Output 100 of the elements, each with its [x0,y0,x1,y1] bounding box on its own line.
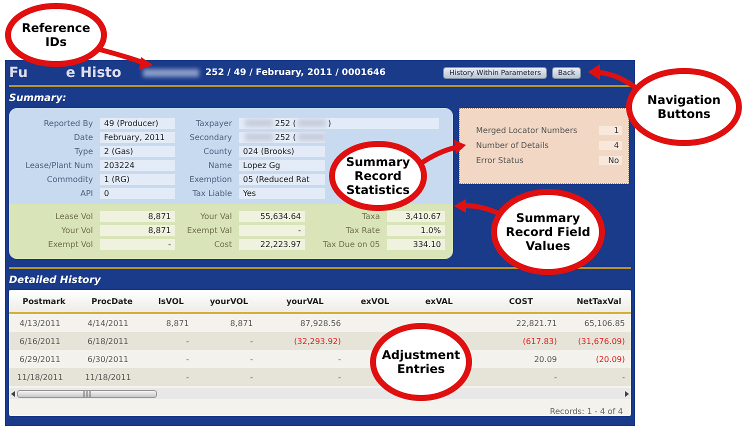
callout-label: Summary Record Statistics [346,155,410,197]
field-label: Your Vol [61,226,93,234]
table-cell-text: - [185,336,190,346]
field-value: 55,634.64 [239,210,305,222]
table-cell-text: - [621,372,626,382]
scroll-thumb[interactable] [17,390,157,398]
statistic-label: Merged Locator Numbers [476,126,578,135]
field-value: 203224 [100,160,175,170]
callout-label: Summary Record Field Values [506,211,590,253]
field-label: Exempt Val [187,226,232,234]
records-count: Records: 1 - 4 of 4 [550,407,623,416]
table-cell-text: - [337,354,342,364]
table-cell-text: 11/18/2011 [84,372,132,382]
field-label: Secondary [190,132,232,142]
field-value: Yes [239,188,325,198]
table-cell-text: 6/29/2011 [18,354,62,364]
table-cell-text: 11/18/2011 [16,372,64,382]
table-cell-text: (617.83) [522,336,558,346]
field-value: 05 (Reduced Rat [239,174,325,184]
field-value: 0 [100,188,175,198]
page-title: e Histo [66,65,122,81]
table-cell-text: - [553,372,558,382]
table-cell-text: 65,106.85 [583,318,626,328]
table-cell-text: - [249,336,254,346]
pointer-arrow [418,140,466,166]
field-label: Lease Vol [55,212,93,220]
field-value: 024 (Brooks) [239,146,325,156]
table-cell-text: (31,676.09) [577,336,626,346]
table-cell-text: 6/30/2011 [86,354,130,364]
table-cell-text: - [185,354,190,364]
callout-label: Navigation Buttons [647,93,721,121]
column-header: NetTaxVal [576,296,622,306]
field-label: Commodity [46,174,93,184]
column-header: yourVAL [285,296,325,306]
field-label: Reported By [44,118,93,128]
column-header: COST [508,296,534,306]
section-heading: Summary: [9,93,68,104]
field-value: 334.10 [387,238,445,250]
table-cell-text: 87,928.56 [299,318,342,328]
reference-ids: 252 / 49 / February, 2011 / 0001646 [205,68,386,78]
field-label: Date [74,132,93,142]
section-heading: Detailed History [9,275,102,286]
table-cell-text: - [337,372,342,382]
field-value: - [239,224,305,236]
field-label: Taxpayer [196,118,232,128]
statistic-value: 1 [599,126,622,135]
field-value: 8,871 [100,224,175,236]
field-value: February, 2011 [100,132,175,142]
field-value: 1.0% [387,224,445,236]
field-label: County [204,146,232,156]
table-cell-text: (20.09) [594,354,626,364]
field-label: Taxa [362,212,380,220]
horizontal-scrollbar[interactable] [9,388,631,399]
field-value: Lopez Gg [239,160,325,170]
field-label: Cost [214,240,232,248]
table-cell-text: 4/14/2011 [86,318,130,328]
table-cell-text: - [249,354,254,364]
field-value: 252 ( ) [239,118,439,128]
page-title: Fu [9,65,28,81]
table-cell-text: 20.09 [533,354,558,364]
callout-label: Reference IDs [22,21,90,49]
field-label: Name [208,160,232,170]
field-value: 8,871 [100,210,175,222]
table-cell-text: 22,821.71 [515,318,558,328]
field-label: Your Val [200,212,232,220]
field-label: Tax Due on 05 [322,240,380,248]
field-value: 3,410.67 [387,210,445,222]
statistic-value: No [599,156,622,165]
field-value: 252 ( [239,132,325,142]
table-cell-text: - [249,372,254,382]
column-header: Postmark [22,296,66,306]
field-label: Exemption [189,174,232,184]
field-label: Type [74,146,93,156]
table-cell-text: 6/18/2011 [86,336,130,346]
column-header: yourVOL [208,296,250,306]
field-label: Exempt Vol [48,240,93,248]
field-label: Tax Liable [192,188,232,198]
statistic-value: 4 [599,141,622,150]
redacted-text [143,69,200,77]
field-value: 22,223.97 [239,238,305,250]
table-cell-text: 8,871 [229,318,254,328]
table-cell-text: 6/16/2011 [18,336,62,346]
field-value: - [100,238,175,250]
statistic-label: Error Status [476,156,524,165]
field-label: API [80,188,93,198]
field-label: Lease/Plant Num [26,160,93,170]
field-value: 2 (Gas) [100,146,175,156]
pointer-arrow [588,64,638,90]
table-cell-text: 8,871 [165,318,190,328]
table-cell-text: (32,293.92) [293,336,342,346]
field-value: 1 (RG) [100,174,175,184]
column-header: lsVOL [157,296,185,306]
scroll-right-icon[interactable] [623,388,631,398]
field-value: 49 (Producer) [100,118,175,128]
column-header: exVAL [424,296,454,306]
statistic-label: Number of Details [476,141,549,150]
field-label: Tax Rate [346,226,380,234]
column-header: exVOL [360,296,390,306]
table-cell-text: - [185,372,190,382]
callout-label: Adjustment Entries [382,348,460,376]
